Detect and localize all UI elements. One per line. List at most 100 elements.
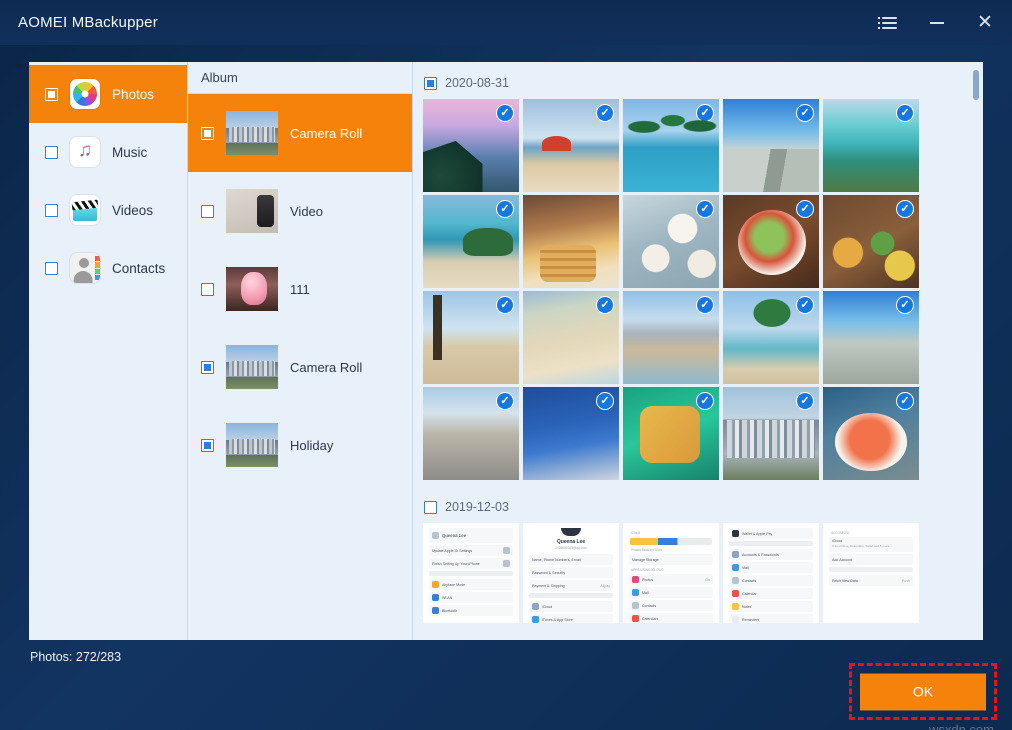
photo-check-icon[interactable]: ✓ xyxy=(696,296,714,314)
grid-scrollbar[interactable] xyxy=(973,70,979,632)
close-button[interactable]: ✕ xyxy=(972,10,998,36)
account-name: Queena Lee xyxy=(442,533,466,538)
photo-check-icon[interactable]: ✓ xyxy=(896,392,914,410)
sidebar-item-videos[interactable]: Videos xyxy=(29,181,187,239)
account-row: Queena Lee xyxy=(429,528,513,543)
row-label: Mail xyxy=(642,591,649,595)
photo-check-icon[interactable]: ✓ xyxy=(596,296,614,314)
selection-dialog-panel: Photos Music Videos Contacts Album xyxy=(29,62,983,640)
photo-check-icon[interactable]: ✓ xyxy=(896,296,914,314)
album-checkbox[interactable] xyxy=(201,361,214,374)
photo-check-icon[interactable]: ✓ xyxy=(696,200,714,218)
photo-check-icon[interactable]: ✓ xyxy=(496,200,514,218)
ok-button[interactable]: OK xyxy=(860,673,986,710)
photo-cell[interactable]: ✓ xyxy=(823,99,919,192)
photo-cell[interactable]: ✓ xyxy=(423,195,519,288)
photo-cell[interactable]: ✓ xyxy=(523,195,619,288)
menu-icon[interactable] xyxy=(876,10,902,36)
album-checkbox[interactable] xyxy=(201,283,214,296)
photo-check-icon[interactable]: ✓ xyxy=(696,104,714,122)
photo-check-icon[interactable]: ✓ xyxy=(796,392,814,410)
photo-cell[interactable]: ✓ xyxy=(423,291,519,384)
photo-cell[interactable]: ✓ xyxy=(423,387,519,480)
album-item-camera-roll-2[interactable]: Camera Roll xyxy=(188,328,412,406)
sidebar-item-label: Photos xyxy=(112,87,154,102)
photo-cell[interactable]: ✓ xyxy=(823,387,919,480)
row-value: Push xyxy=(902,579,910,583)
photo-check-icon[interactable]: ✓ xyxy=(596,104,614,122)
footer-bar: Photos: 272/283 OK wsxdn.com xyxy=(0,640,1012,730)
photo-cell-screenshot[interactable]: Wallet & Apple Pay Accounts & Passwords … xyxy=(723,523,819,623)
photo-check-icon[interactable]: ✓ xyxy=(796,104,814,122)
photo-check-icon[interactable]: ✓ xyxy=(796,200,814,218)
photo-check-icon[interactable]: ✓ xyxy=(496,296,514,314)
photos-checkbox[interactable] xyxy=(45,88,58,101)
photo-check-icon[interactable]: ✓ xyxy=(496,392,514,410)
photo-cell[interactable]: ✓ xyxy=(623,195,719,288)
album-checkbox[interactable] xyxy=(201,439,214,452)
bluetooth-icon xyxy=(432,607,439,614)
photo-cell[interactable]: ✓ xyxy=(523,387,619,480)
photo-cell[interactable]: ✓ xyxy=(823,195,919,288)
contacts-checkbox[interactable] xyxy=(45,262,58,275)
account-email: 2406050343@qq.com xyxy=(527,546,615,550)
photo-cell-screenshot[interactable]: Queena Lee Update Apple ID Settings Fini… xyxy=(423,523,519,623)
album-thumbnail xyxy=(226,111,278,155)
settings-row: Notes xyxy=(729,601,813,612)
photo-cell[interactable]: ✓ xyxy=(823,291,919,384)
album-item-video[interactable]: Video xyxy=(188,172,412,250)
album-checkbox[interactable] xyxy=(201,205,214,218)
minimize-button[interactable] xyxy=(924,10,950,36)
date-group-checkbox[interactable] xyxy=(424,501,437,514)
date-group-header[interactable]: 2019-12-03 xyxy=(418,494,970,520)
photo-check-icon[interactable]: ✓ xyxy=(896,200,914,218)
photo-row: ✓ ✓ ✓ ✓ ✓ xyxy=(418,288,970,384)
settings-row: Mail xyxy=(729,562,813,573)
album-checkbox[interactable] xyxy=(201,127,214,140)
contacts-icon xyxy=(632,602,639,609)
row-label: Add Account xyxy=(832,558,852,562)
photo-cell[interactable]: ✓ xyxy=(723,99,819,192)
photo-cell-screenshot[interactable]: Queena Lee 2406050343@qq.com Name, Phone… xyxy=(523,523,619,623)
sidebar-item-contacts[interactable]: Contacts xyxy=(29,239,187,297)
row-label: Wallet & Apple Pay xyxy=(742,532,772,536)
date-group-checkbox[interactable] xyxy=(424,77,437,90)
settings-row: iTunes & App Store xyxy=(529,614,613,623)
photo-cell-screenshot[interactable]: ACCOUNTS iCloud iCloud Drive, Calendars,… xyxy=(823,523,919,623)
photo-cell[interactable]: ✓ xyxy=(723,195,819,288)
photo-cell-screenshot[interactable]: iCloud Photos Backups Docs Manage Storag… xyxy=(623,523,719,623)
photo-cell[interactable]: ✓ xyxy=(723,387,819,480)
photo-cell[interactable]: ✓ xyxy=(623,387,719,480)
photo-check-icon[interactable]: ✓ xyxy=(896,104,914,122)
settings-row: Password & Security xyxy=(529,567,613,578)
photo-check-icon[interactable]: ✓ xyxy=(696,392,714,410)
photo-cell[interactable]: ✓ xyxy=(423,99,519,192)
photo-check-icon[interactable]: ✓ xyxy=(596,392,614,410)
sidebar-item-music[interactable]: Music xyxy=(29,123,187,181)
photo-cell[interactable]: ✓ xyxy=(623,99,719,192)
photo-check-icon[interactable]: ✓ xyxy=(796,296,814,314)
itunes-icon xyxy=(532,616,539,623)
music-checkbox[interactable] xyxy=(45,146,58,159)
photo-check-icon[interactable]: ✓ xyxy=(496,104,514,122)
album-item-holiday[interactable]: Holiday xyxy=(188,406,412,484)
calendar-icon xyxy=(732,590,739,597)
album-list-header: Album xyxy=(188,62,412,94)
settings-row: Manage Storage xyxy=(629,554,713,565)
date-group-header[interactable]: 2020-08-31 xyxy=(418,70,970,96)
scrollbar-thumb[interactable] xyxy=(973,70,979,100)
photos-icon xyxy=(632,576,639,583)
photo-cell[interactable]: ✓ xyxy=(523,291,619,384)
mail-icon xyxy=(632,589,639,596)
photos-icon xyxy=(70,79,100,109)
videos-checkbox[interactable] xyxy=(45,204,58,217)
photo-cell[interactable]: ✓ xyxy=(523,99,619,192)
contacts-icon xyxy=(732,577,739,584)
album-item-camera-roll-1[interactable]: Camera Roll xyxy=(188,94,412,172)
photo-cell[interactable]: ✓ xyxy=(623,291,719,384)
album-item-label: Camera Roll xyxy=(290,360,362,375)
row-label: Calendars xyxy=(642,617,658,621)
album-item-111[interactable]: 111 xyxy=(188,250,412,328)
sidebar-item-photos[interactable]: Photos xyxy=(29,65,187,123)
photo-cell[interactable]: ✓ xyxy=(723,291,819,384)
